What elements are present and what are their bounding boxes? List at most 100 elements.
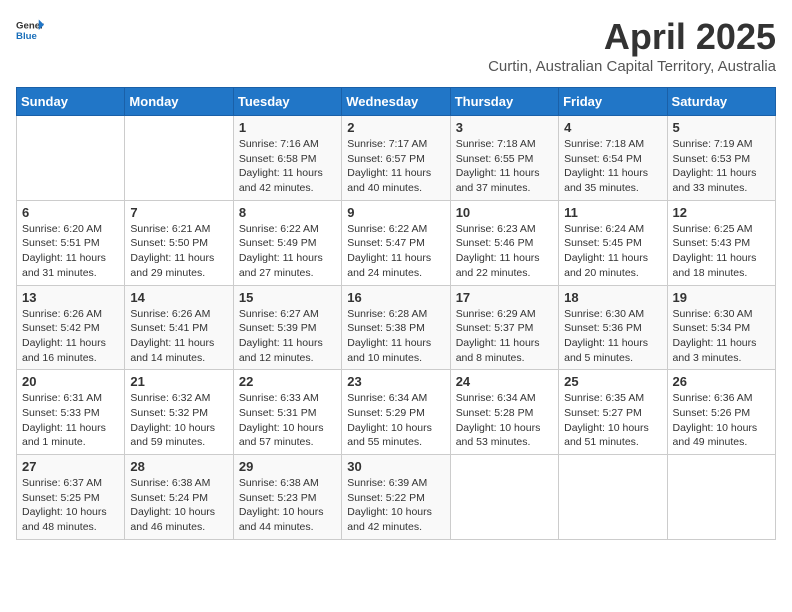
day-number: 1 [239, 120, 336, 135]
day-number: 26 [673, 374, 770, 389]
day-info: Sunrise: 7:18 AM Sunset: 6:55 PM Dayligh… [456, 137, 553, 196]
day-number: 22 [239, 374, 336, 389]
day-number: 4 [564, 120, 661, 135]
col-monday: Monday [125, 88, 233, 116]
day-cell: 25Sunrise: 6:35 AM Sunset: 5:27 PM Dayli… [559, 370, 667, 455]
day-number: 19 [673, 290, 770, 305]
day-number: 30 [347, 459, 444, 474]
day-cell: 22 Sunrise: 6:33 AM Sunset: 5:31 PM Dayli… [233, 370, 341, 455]
day-cell [125, 116, 233, 201]
page-header: General Blue April 2025 Curtin, Australi… [16, 16, 776, 75]
day-number: 21 [130, 374, 227, 389]
header-row: Sunday Monday Tuesday Wednesday Thursday… [17, 88, 776, 116]
day-info: Sunrise: 6:38 AM Sunset: 5:24 PM Dayligh… [130, 476, 227, 535]
day-number: 16 [347, 290, 444, 305]
day-info: Sunrise: 6:29 AM Sunset: 5:37 PM Dayligh… [456, 307, 553, 366]
day-cell [667, 455, 775, 540]
day-cell: 21 Sunrise: 6:32 AM Sunset: 5:32 PM Dayli… [125, 370, 233, 455]
day-info: Sunrise: 6:32 AM Sunset: 5:32 PM Dayligh… [130, 391, 227, 450]
day-cell: 10 Sunrise: 6:23 AM Sunset: 5:46 PM Dayli… [450, 200, 558, 285]
day-number: 24 [456, 374, 553, 389]
day-cell: 14 Sunrise: 6:26 AM Sunset: 5:41 PM Dayli… [125, 285, 233, 370]
title-block: April 2025 Curtin, Australian Capital Te… [488, 16, 776, 75]
week-row-2: 6 Sunrise: 6:20 AM Sunset: 5:51 PM Daylig… [17, 200, 776, 285]
day-info: Sunrise: 6:22 AM Sunset: 5:49 PM Dayligh… [239, 222, 336, 281]
day-cell [559, 455, 667, 540]
day-number: 2 [347, 120, 444, 135]
day-cell: 1Sunrise: 7:16 AM Sunset: 6:58 PM Daylig… [233, 116, 341, 201]
day-number: 15 [239, 290, 336, 305]
day-info: Sunrise: 6:26 AM Sunset: 5:41 PM Dayligh… [130, 307, 227, 366]
calendar-table: Sunday Monday Tuesday Wednesday Thursday… [16, 87, 776, 540]
day-cell: 19Sunrise: 6:30 AM Sunset: 5:34 PM Dayli… [667, 285, 775, 370]
day-cell: 16 Sunrise: 6:28 AM Sunset: 5:38 PM Dayli… [342, 285, 450, 370]
day-info: Sunrise: 6:37 AM Sunset: 5:25 PM Dayligh… [22, 476, 119, 535]
col-wednesday: Wednesday [342, 88, 450, 116]
day-cell [17, 116, 125, 201]
day-cell: 13Sunrise: 6:26 AM Sunset: 5:42 PM Dayli… [17, 285, 125, 370]
day-info: Sunrise: 6:30 AM Sunset: 5:36 PM Dayligh… [564, 307, 661, 366]
day-info: Sunrise: 6:23 AM Sunset: 5:46 PM Dayligh… [456, 222, 553, 281]
week-row-1: 1Sunrise: 7:16 AM Sunset: 6:58 PM Daylig… [17, 116, 776, 201]
day-cell: 18 Sunrise: 6:30 AM Sunset: 5:36 PM Dayli… [559, 285, 667, 370]
day-number: 12 [673, 205, 770, 220]
day-cell: 28 Sunrise: 6:38 AM Sunset: 5:24 PM Dayli… [125, 455, 233, 540]
day-info: Sunrise: 6:33 AM Sunset: 5:31 PM Dayligh… [239, 391, 336, 450]
day-number: 18 [564, 290, 661, 305]
week-row-3: 13Sunrise: 6:26 AM Sunset: 5:42 PM Dayli… [17, 285, 776, 370]
day-cell: 29Sunrise: 6:38 AM Sunset: 5:23 PM Dayli… [233, 455, 341, 540]
day-cell: 30Sunrise: 6:39 AM Sunset: 5:22 PM Dayli… [342, 455, 450, 540]
day-info: Sunrise: 6:25 AM Sunset: 5:43 PM Dayligh… [673, 222, 770, 281]
day-number: 23 [347, 374, 444, 389]
day-number: 3 [456, 120, 553, 135]
col-tuesday: Tuesday [233, 88, 341, 116]
logo-icon: General Blue [16, 16, 44, 44]
day-cell: 2 Sunrise: 7:17 AM Sunset: 6:57 PM Daylig… [342, 116, 450, 201]
day-info: Sunrise: 6:28 AM Sunset: 5:38 PM Dayligh… [347, 307, 444, 366]
day-info: Sunrise: 6:22 AM Sunset: 5:47 PM Dayligh… [347, 222, 444, 281]
calendar-title: April 2025 [488, 16, 776, 58]
col-saturday: Saturday [667, 88, 775, 116]
col-friday: Friday [559, 88, 667, 116]
day-cell: 27 Sunrise: 6:37 AM Sunset: 5:25 PM Dayli… [17, 455, 125, 540]
day-number: 27 [22, 459, 119, 474]
day-cell: 17 Sunrise: 6:29 AM Sunset: 5:37 PM Dayli… [450, 285, 558, 370]
day-cell: 11 Sunrise: 6:24 AM Sunset: 5:45 PM Dayli… [559, 200, 667, 285]
day-number: 29 [239, 459, 336, 474]
day-info: Sunrise: 6:34 AM Sunset: 5:28 PM Dayligh… [456, 391, 553, 450]
logo: General Blue [16, 16, 44, 44]
day-cell: 3 Sunrise: 7:18 AM Sunset: 6:55 PM Daylig… [450, 116, 558, 201]
day-info: Sunrise: 6:27 AM Sunset: 5:39 PM Dayligh… [239, 307, 336, 366]
day-number: 17 [456, 290, 553, 305]
day-cell: 23 Sunrise: 6:34 AM Sunset: 5:29 PM Dayli… [342, 370, 450, 455]
day-info: Sunrise: 7:17 AM Sunset: 6:57 PM Dayligh… [347, 137, 444, 196]
week-row-4: 20 Sunrise: 6:31 AM Sunset: 5:33 PM Dayli… [17, 370, 776, 455]
svg-text:Blue: Blue [16, 31, 37, 42]
day-info: Sunrise: 6:34 AM Sunset: 5:29 PM Dayligh… [347, 391, 444, 450]
day-number: 28 [130, 459, 227, 474]
day-info: Sunrise: 7:18 AM Sunset: 6:54 PM Dayligh… [564, 137, 661, 196]
day-info: Sunrise: 6:26 AM Sunset: 5:42 PM Dayligh… [22, 307, 119, 366]
col-sunday: Sunday [17, 88, 125, 116]
day-number: 11 [564, 205, 661, 220]
day-number: 14 [130, 290, 227, 305]
day-number: 10 [456, 205, 553, 220]
day-info: Sunrise: 6:31 AM Sunset: 5:33 PM Dayligh… [22, 391, 119, 450]
day-number: 20 [22, 374, 119, 389]
day-number: 8 [239, 205, 336, 220]
day-cell: 12 Sunrise: 6:25 AM Sunset: 5:43 PM Dayli… [667, 200, 775, 285]
day-cell: 8 Sunrise: 6:22 AM Sunset: 5:49 PM Daylig… [233, 200, 341, 285]
day-info: Sunrise: 6:21 AM Sunset: 5:50 PM Dayligh… [130, 222, 227, 281]
day-cell: 20 Sunrise: 6:31 AM Sunset: 5:33 PM Dayli… [17, 370, 125, 455]
day-cell: 4 Sunrise: 7:18 AM Sunset: 6:54 PM Daylig… [559, 116, 667, 201]
day-cell: 15 Sunrise: 6:27 AM Sunset: 5:39 PM Dayli… [233, 285, 341, 370]
day-cell: 26Sunrise: 6:36 AM Sunset: 5:26 PM Dayli… [667, 370, 775, 455]
day-number: 5 [673, 120, 770, 135]
day-info: Sunrise: 6:35 AM Sunset: 5:27 PM Dayligh… [564, 391, 661, 450]
day-info: Sunrise: 7:19 AM Sunset: 6:53 PM Dayligh… [673, 137, 770, 196]
day-info: Sunrise: 6:20 AM Sunset: 5:51 PM Dayligh… [22, 222, 119, 281]
day-cell: 9Sunrise: 6:22 AM Sunset: 5:47 PM Daylig… [342, 200, 450, 285]
day-cell: 7Sunrise: 6:21 AM Sunset: 5:50 PM Daylig… [125, 200, 233, 285]
day-info: Sunrise: 6:24 AM Sunset: 5:45 PM Dayligh… [564, 222, 661, 281]
day-number: 6 [22, 205, 119, 220]
